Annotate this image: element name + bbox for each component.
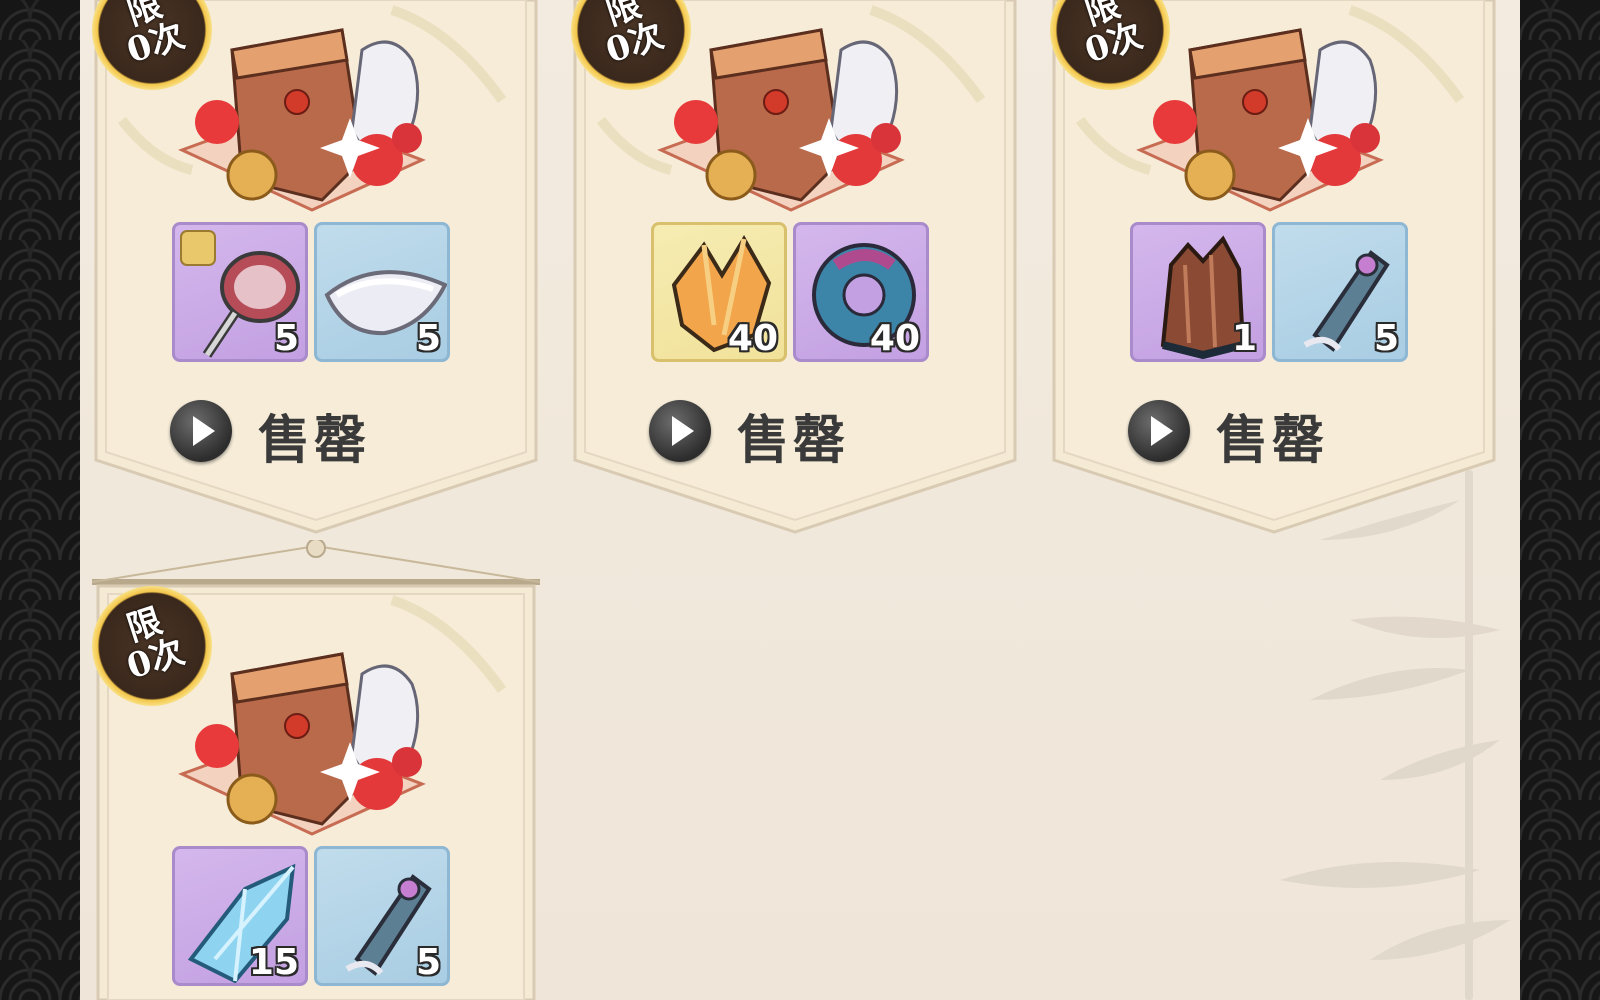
pack-card-2[interactable]: 限 0次 40 40 售罄 (571, 0, 1019, 540)
play-icon[interactable] (649, 400, 711, 462)
item-tile-1[interactable]: 5 (172, 222, 308, 362)
item-quantity: 5 (1373, 318, 1399, 359)
pack-card-4[interactable]: 限 0次 15 5 (92, 540, 540, 1000)
sold-out-label: 售罄 (1216, 411, 1329, 471)
item-tile-2[interactable]: 5 (1272, 222, 1408, 362)
left-wave-border (0, 0, 80, 1000)
pack-card-3[interactable]: 限 0次 1 5 售罄 (1050, 0, 1498, 540)
supply-bag-icon (1136, 28, 1384, 212)
play-icon[interactable] (170, 400, 232, 462)
item-tile-2[interactable]: 5 (314, 846, 450, 986)
item-tile-1[interactable]: 40 (651, 222, 787, 362)
status-row: 售罄 (649, 396, 949, 471)
item-quantity: 5 (415, 942, 441, 983)
item-quantity: 1 (1231, 318, 1257, 359)
item-tile-1[interactable]: 15 (172, 846, 308, 986)
sold-out-label: 售罄 (258, 411, 371, 471)
item-tile-1[interactable]: 1 (1130, 222, 1266, 362)
supply-bag-icon (178, 652, 426, 836)
item-tile-2[interactable]: 40 (793, 222, 929, 362)
supply-bag-icon (657, 28, 905, 212)
shop-panel: 限 0次 5 5 售罄 限 0次 40 40 售罄 限 0次 1 5 售罄 限 … (80, 0, 1520, 1000)
supply-bag-icon (178, 28, 426, 212)
item-quantity: 5 (415, 318, 441, 359)
status-row: 售罄 (170, 396, 470, 471)
play-icon[interactable] (1128, 400, 1190, 462)
item-quantity: 5 (273, 318, 299, 359)
item-quantity: 15 (248, 942, 299, 983)
item-quantity: 40 (869, 318, 920, 359)
pack-card-1[interactable]: 限 0次 5 5 售罄 (92, 0, 540, 540)
item-tile-2[interactable]: 5 (314, 222, 450, 362)
right-wave-border (1520, 0, 1600, 1000)
status-row: 售罄 (1128, 396, 1428, 471)
item-quantity: 40 (727, 318, 778, 359)
sold-out-label: 售罄 (737, 411, 850, 471)
